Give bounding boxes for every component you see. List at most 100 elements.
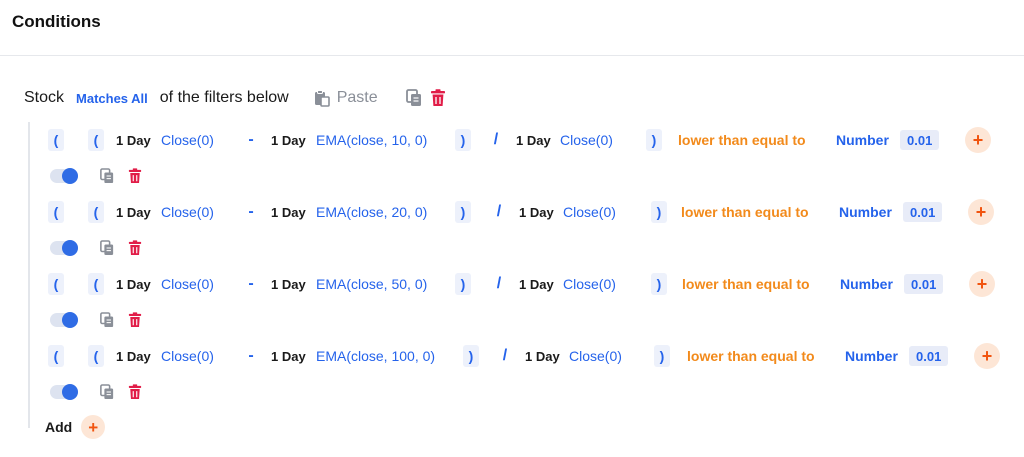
right-function[interactable]: Close(0) [569, 348, 622, 364]
right-function[interactable]: Close(0) [563, 276, 616, 292]
timeframe-3[interactable]: 1 Day [519, 277, 554, 292]
condition-row: ((1 Day Close(0) -1 Day EMA(close, 10, 0)) /… [48, 127, 1008, 153]
timeframe-2[interactable]: 1 Day [271, 277, 306, 292]
timeframe-1[interactable]: 1 Day [116, 205, 151, 220]
right-function[interactable]: Close(0) [563, 204, 616, 220]
timeframe-1[interactable]: 1 Day [116, 277, 151, 292]
add-sub-condition-button[interactable]: + [968, 199, 994, 225]
add-condition-button[interactable]: + [81, 415, 106, 439]
open-paren-outer[interactable]: ( [48, 129, 64, 151]
copy-icon [100, 240, 114, 255]
filters-suffix-label: of the filters below [159, 89, 289, 106]
condition-tools [50, 167, 156, 185]
close-paren-inner[interactable]: ) [455, 273, 471, 295]
open-paren-inner[interactable]: ( [88, 129, 104, 151]
page-title: Conditions [12, 12, 101, 31]
divide-operator[interactable]: / [492, 275, 506, 293]
open-paren-inner[interactable]: ( [88, 345, 104, 367]
condition-enabled-toggle[interactable] [50, 312, 78, 328]
open-paren-outer[interactable]: ( [48, 273, 64, 295]
open-paren-inner[interactable]: ( [88, 201, 104, 223]
minus-operator[interactable]: - [244, 275, 258, 293]
divide-operator[interactable]: / [489, 131, 503, 149]
close-paren-inner[interactable]: ) [455, 129, 471, 151]
timeframe-2[interactable]: 1 Day [271, 133, 306, 148]
add-condition-row: Add + [45, 415, 106, 439]
toggle-knob [62, 384, 78, 400]
value-type-dropdown[interactable]: Number [840, 276, 893, 292]
trash-icon [128, 168, 142, 183]
value-input[interactable]: 0.01 [903, 202, 943, 222]
value-input[interactable]: 0.01 [900, 130, 940, 150]
copy-group-button[interactable] [405, 89, 422, 107]
left-function[interactable]: Close(0) [161, 348, 214, 364]
condition-enabled-toggle[interactable] [50, 168, 78, 184]
ema-function[interactable]: EMA(close, 20, 0) [316, 204, 427, 220]
timeframe-1[interactable]: 1 Day [116, 133, 151, 148]
value-input[interactable]: 0.01 [904, 274, 944, 294]
close-paren-outer[interactable]: ) [651, 273, 667, 295]
comparator-dropdown[interactable]: lower than equal to [682, 276, 810, 292]
close-paren-outer[interactable]: ) [654, 345, 670, 367]
trash-icon [128, 240, 142, 255]
left-function[interactable]: Close(0) [161, 204, 214, 220]
timeframe-3[interactable]: 1 Day [525, 349, 560, 364]
ema-function[interactable]: EMA(close, 10, 0) [316, 132, 427, 148]
timeframe-3[interactable]: 1 Day [516, 133, 551, 148]
value-type-dropdown[interactable]: Number [839, 204, 892, 220]
condition-row: ((1 Day Close(0) -1 Day EMA(close, 50, 0)) /… [48, 271, 1008, 297]
timeframe-2[interactable]: 1 Day [271, 205, 306, 220]
open-paren-outer[interactable]: ( [48, 345, 64, 367]
timeframe-1[interactable]: 1 Day [116, 349, 151, 364]
value-type-dropdown[interactable]: Number [836, 132, 889, 148]
condition-enabled-toggle[interactable] [50, 240, 78, 256]
minus-operator[interactable]: - [244, 131, 258, 149]
condition-enabled-toggle[interactable] [50, 384, 78, 400]
comparator-dropdown[interactable]: lower than equal to [687, 348, 815, 364]
copy-condition-button[interactable] [100, 240, 114, 256]
divide-operator[interactable]: / [498, 347, 512, 365]
comparator-dropdown[interactable]: lower than equal to [681, 204, 809, 220]
close-paren-outer[interactable]: ) [651, 201, 667, 223]
open-paren-outer[interactable]: ( [48, 201, 64, 223]
copy-condition-button[interactable] [100, 312, 114, 328]
delete-group-button[interactable] [430, 89, 446, 107]
close-paren-outer[interactable]: ) [646, 129, 662, 151]
copy-icon [100, 168, 114, 183]
ema-function[interactable]: EMA(close, 50, 0) [316, 276, 427, 292]
condition-tools [50, 383, 156, 401]
left-function[interactable]: Close(0) [161, 276, 214, 292]
timeframe-3[interactable]: 1 Day [519, 205, 554, 220]
trash-icon [430, 89, 445, 106]
delete-condition-button[interactable] [128, 384, 142, 400]
open-paren-inner[interactable]: ( [88, 273, 104, 295]
close-paren-inner[interactable]: ) [463, 345, 479, 367]
copy-condition-button[interactable] [100, 384, 114, 400]
paste-label: Paste [336, 89, 378, 106]
add-sub-condition-button[interactable]: + [969, 271, 995, 297]
paste-button[interactable]: Paste [313, 89, 378, 107]
toggle-knob [62, 312, 78, 328]
value-input[interactable]: 0.01 [909, 346, 949, 366]
timeframe-2[interactable]: 1 Day [271, 349, 306, 364]
comparator-dropdown[interactable]: lower than equal to [678, 132, 806, 148]
delete-condition-button[interactable] [128, 168, 142, 184]
left-function[interactable]: Close(0) [161, 132, 214, 148]
divide-operator[interactable]: / [492, 203, 506, 221]
add-sub-condition-button[interactable]: + [965, 127, 991, 153]
trash-icon [128, 312, 142, 327]
delete-condition-button[interactable] [128, 240, 142, 256]
close-paren-inner[interactable]: ) [455, 201, 471, 223]
ema-function[interactable]: EMA(close, 100, 0) [316, 348, 435, 364]
value-type-dropdown[interactable]: Number [845, 348, 898, 364]
right-function[interactable]: Close(0) [560, 132, 613, 148]
minus-operator[interactable]: - [244, 347, 258, 365]
copy-icon [100, 312, 114, 327]
copy-condition-button[interactable] [100, 168, 114, 184]
copy-icon [100, 384, 114, 399]
minus-operator[interactable]: - [244, 203, 258, 221]
match-mode-dropdown[interactable]: Matches All [76, 91, 148, 106]
delete-condition-button[interactable] [128, 312, 142, 328]
filter-group-header: Stock Matches All of the filters below P… [24, 86, 446, 110]
add-sub-condition-button[interactable]: + [974, 343, 1000, 369]
